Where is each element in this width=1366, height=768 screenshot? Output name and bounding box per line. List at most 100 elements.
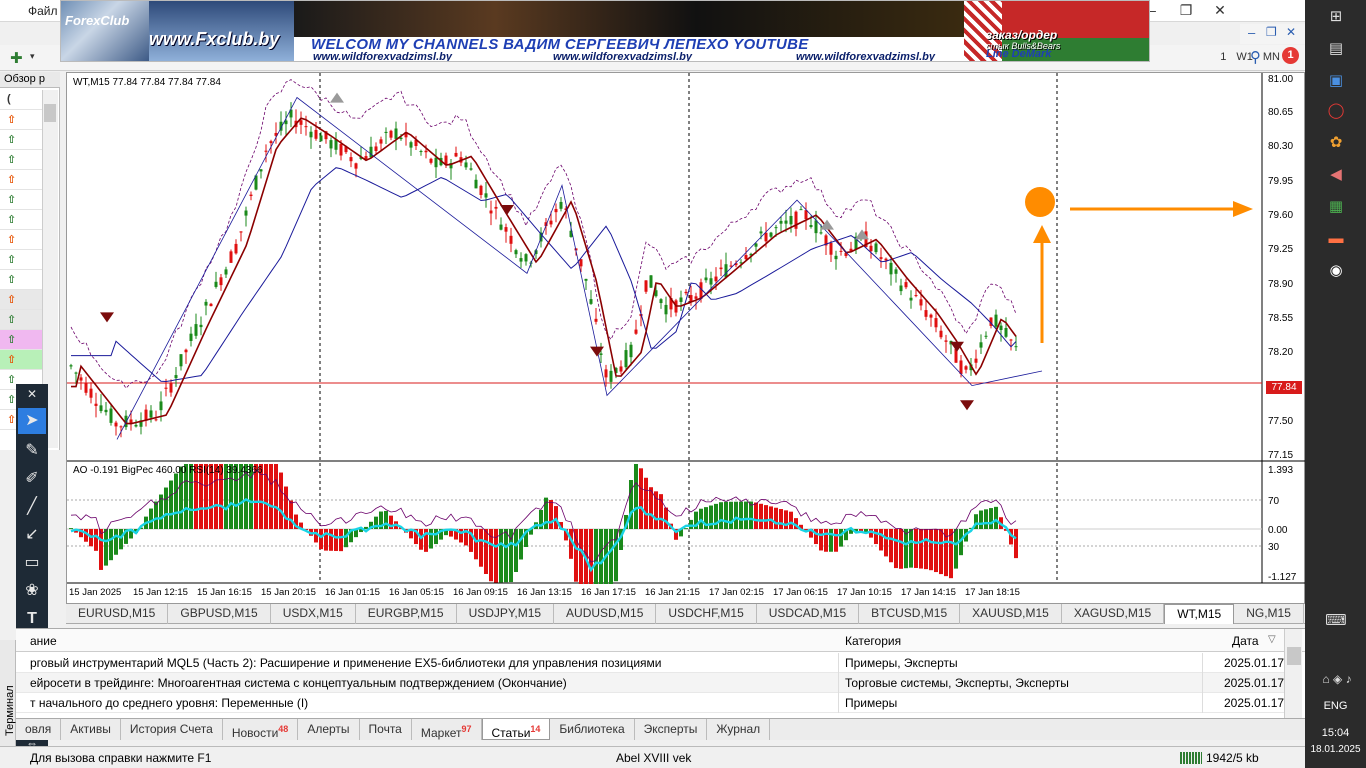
sound-icon[interactable]: ◀ [1325, 164, 1347, 186]
shapes-icon[interactable]: ❀ [18, 578, 46, 604]
terminal-tab[interactable]: Статьи14 [481, 719, 551, 740]
opera-icon[interactable]: ◯ [1325, 100, 1347, 122]
tray-icons[interactable]: ⌂ ◈ ♪ [1313, 668, 1361, 690]
market-watch-row[interactable]: ⇧ [0, 270, 42, 290]
sort-icon[interactable]: ▽ [1268, 634, 1276, 645]
market-watch-row[interactable]: ⇧ [0, 190, 42, 210]
market-watch-row[interactable]: ⇧ [0, 330, 42, 350]
dropdown-icon[interactable]: ▾ [30, 51, 35, 62]
line-icon[interactable]: ╱ [18, 494, 46, 520]
terminal-tab[interactable]: Библиотека [550, 719, 635, 740]
terminal-tab[interactable]: Почта [360, 719, 412, 740]
start-icon[interactable]: ⊞ [1325, 6, 1347, 28]
close-icon[interactable]: ✕ [1203, 0, 1237, 22]
column-divider [1202, 673, 1203, 693]
market-watch-row[interactable]: ⇧ [0, 150, 42, 170]
menu-file[interactable]: Файл [28, 4, 58, 18]
candle-body [659, 299, 663, 304]
cursor-icon[interactable]: ➤ [18, 408, 46, 434]
restore-icon[interactable]: ❐ [1169, 0, 1203, 22]
new-chart-icon[interactable]: ✚ [10, 49, 23, 67]
col-date-header[interactable]: Дата [1232, 634, 1259, 648]
ao-bar [594, 529, 598, 584]
terminal-tab[interactable]: История Счета [121, 719, 223, 740]
article-row[interactable]: рговый инструментарий MQL5 (Часть 2): Ра… [16, 653, 1284, 673]
symbol-tab[interactable]: XAGUSD,M15 [1062, 604, 1165, 624]
symbol-tab[interactable]: EURUSD,M15 [66, 604, 169, 624]
status-connection[interactable]: 1942/5 kb [1206, 751, 1259, 765]
terminal-tab[interactable]: Маркет97 [412, 719, 482, 740]
candle-body [394, 128, 398, 139]
keyboard-icon[interactable]: ⌨ [1325, 610, 1347, 632]
col-title-header[interactable]: ание [30, 634, 57, 648]
notifications-badge[interactable]: 1 [1282, 47, 1299, 64]
pencil-icon[interactable]: ✎ [18, 438, 46, 464]
paint-icon[interactable]: ✿ [1325, 132, 1347, 154]
market-watch-header[interactable]: Обзор р [0, 72, 60, 88]
rectangle-icon[interactable]: ▭ [18, 550, 46, 576]
candle-body [594, 318, 598, 322]
app-icon[interactable]: ▣ [1325, 70, 1347, 92]
signal-arrow [960, 400, 974, 411]
market-watch-row[interactable]: ⇧ [0, 250, 42, 270]
price-label: 80.65 [1268, 107, 1293, 118]
candle-body [84, 382, 88, 393]
symbol-tab[interactable]: WT,M15 [1164, 604, 1235, 624]
mdi-restore-icon[interactable]: ❐ [1266, 25, 1277, 39]
market-watch-row[interactable]: ⇧ [0, 130, 42, 150]
timeframe-d1[interactable]: 1 [1220, 51, 1226, 63]
terminal-tab[interactable]: овля [16, 719, 62, 740]
trading-app-icon[interactable]: ▬ [1325, 228, 1347, 250]
terminal-tab[interactable]: Эксперты [635, 719, 708, 740]
market-watch-row[interactable]: ( [0, 90, 42, 110]
symbol-tab[interactable]: XAUUSD,M15 [960, 604, 1062, 624]
search-icon[interactable]: ⚲ [1250, 48, 1261, 66]
chart-canvas[interactable]: 81.00 80.65 80.30 79.95 79.60 79.25 78.90 78.55… [67, 73, 1306, 605]
symbol-tab[interactable]: USDJPY,M15 [457, 604, 555, 624]
status-profile[interactable]: Abel XVIII vek [616, 751, 691, 765]
market-watch-row[interactable]: ⇧ [0, 290, 42, 310]
symbol-tab[interactable]: GBPUSD,M15 [168, 604, 271, 624]
symbol-tab[interactable]: USDCHF,M15 [656, 604, 757, 624]
mdi-minimize-icon[interactable]: – [1248, 25, 1255, 40]
symbol-tab[interactable]: EURGBP,M15 [356, 604, 457, 624]
ad-banner[interactable]: ForexClub www.Fxclub.by WELCOM MY CHANNE… [60, 0, 1150, 62]
terminal-tab[interactable]: Алерты [298, 719, 360, 740]
symbol-tab[interactable]: AUDUSD,M15 [554, 604, 657, 624]
market-watch-row[interactable]: ⇧ [0, 110, 42, 130]
terminal-tab[interactable]: Новости48 [223, 719, 299, 740]
terminal-tab-label: Эксперты [643, 722, 698, 736]
price-chart[interactable]: 81.00 80.65 80.30 79.95 79.60 79.25 78.90 78.55… [66, 72, 1306, 605]
article-row[interactable]: ейросети в трейдинге: Многоагентная сист… [16, 673, 1284, 693]
drawing-close-icon[interactable]: ✕ [18, 384, 46, 404]
language-indicator[interactable]: ENG [1305, 700, 1366, 712]
ao-bar [684, 528, 688, 530]
articles-scrollbar[interactable] [1284, 629, 1302, 719]
symbol-tab[interactable]: USDX,M15 [271, 604, 356, 624]
arrow-line-icon[interactable]: ↙ [18, 522, 46, 548]
col-category-header[interactable]: Категория [845, 634, 901, 648]
market-watch-row[interactable]: ⇧ [0, 350, 42, 370]
market-watch-row[interactable]: ⇧ [0, 230, 42, 250]
market-watch-row[interactable]: ⇧ [0, 310, 42, 330]
record-icon[interactable]: ◉ [1325, 260, 1347, 282]
highlighter-icon[interactable]: ✐ [18, 466, 46, 492]
terminal-side-label[interactable]: Терминал [0, 640, 16, 758]
symbol-tab[interactable]: BTCUSD,M15 [859, 604, 961, 624]
market-watch-row[interactable]: ⇧ [0, 210, 42, 230]
mdi-close-icon[interactable]: ✕ [1286, 25, 1296, 39]
article-row[interactable]: т начального до среднего уровня: Перемен… [16, 693, 1284, 713]
clock-date[interactable]: 18.01.2025 [1305, 744, 1366, 755]
terminal-tab[interactable]: Журнал [707, 719, 771, 740]
explorer-icon[interactable]: ▤ [1325, 38, 1347, 60]
market-watch-row[interactable]: ⇧ [0, 170, 42, 190]
timeframe-mn[interactable]: MN [1263, 51, 1280, 63]
symbol-tab[interactable]: USDCAD,M15 [757, 604, 860, 624]
symbol-tab[interactable]: NG,M15 [1234, 604, 1304, 624]
candle-body [179, 354, 183, 367]
market-watch-scroll-thumb[interactable] [44, 104, 56, 122]
articles-scroll-thumb[interactable] [1287, 647, 1301, 665]
calculator-icon[interactable]: ▦ [1325, 196, 1347, 218]
clock-time[interactable]: 15:04 [1305, 727, 1366, 739]
terminal-tab[interactable]: Активы [61, 719, 121, 740]
